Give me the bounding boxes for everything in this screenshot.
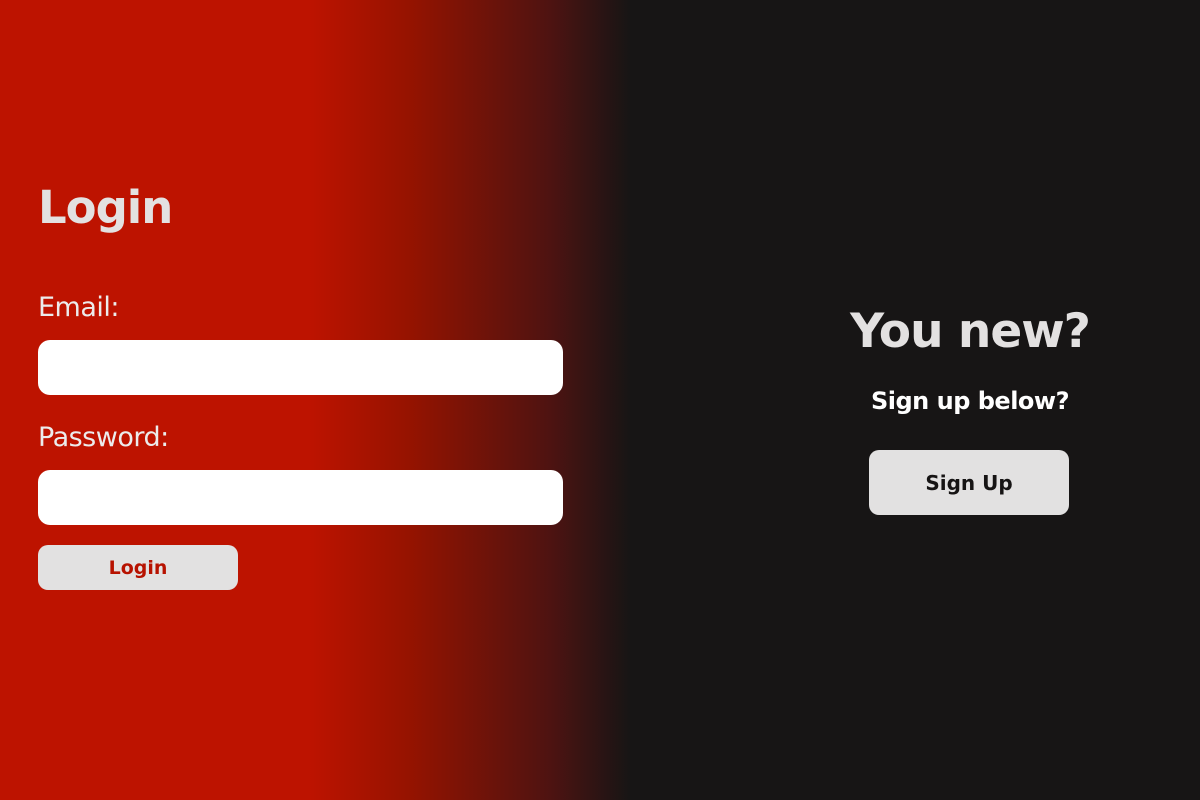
password-input[interactable] — [38, 470, 563, 525]
login-panel: Login Email: Password: Login — [38, 0, 563, 800]
signup-title: You new? — [850, 304, 1091, 359]
email-input[interactable] — [38, 340, 563, 395]
signup-panel: You new? Sign up below? Sign Up — [770, 0, 1170, 800]
login-button[interactable]: Login — [38, 545, 238, 590]
password-label: Password: — [38, 422, 169, 453]
signup-button[interactable]: Sign Up — [869, 450, 1069, 515]
signup-subtitle: Sign up below? — [870, 387, 1070, 415]
login-title: Login — [38, 181, 173, 234]
email-label: Email: — [38, 292, 120, 323]
